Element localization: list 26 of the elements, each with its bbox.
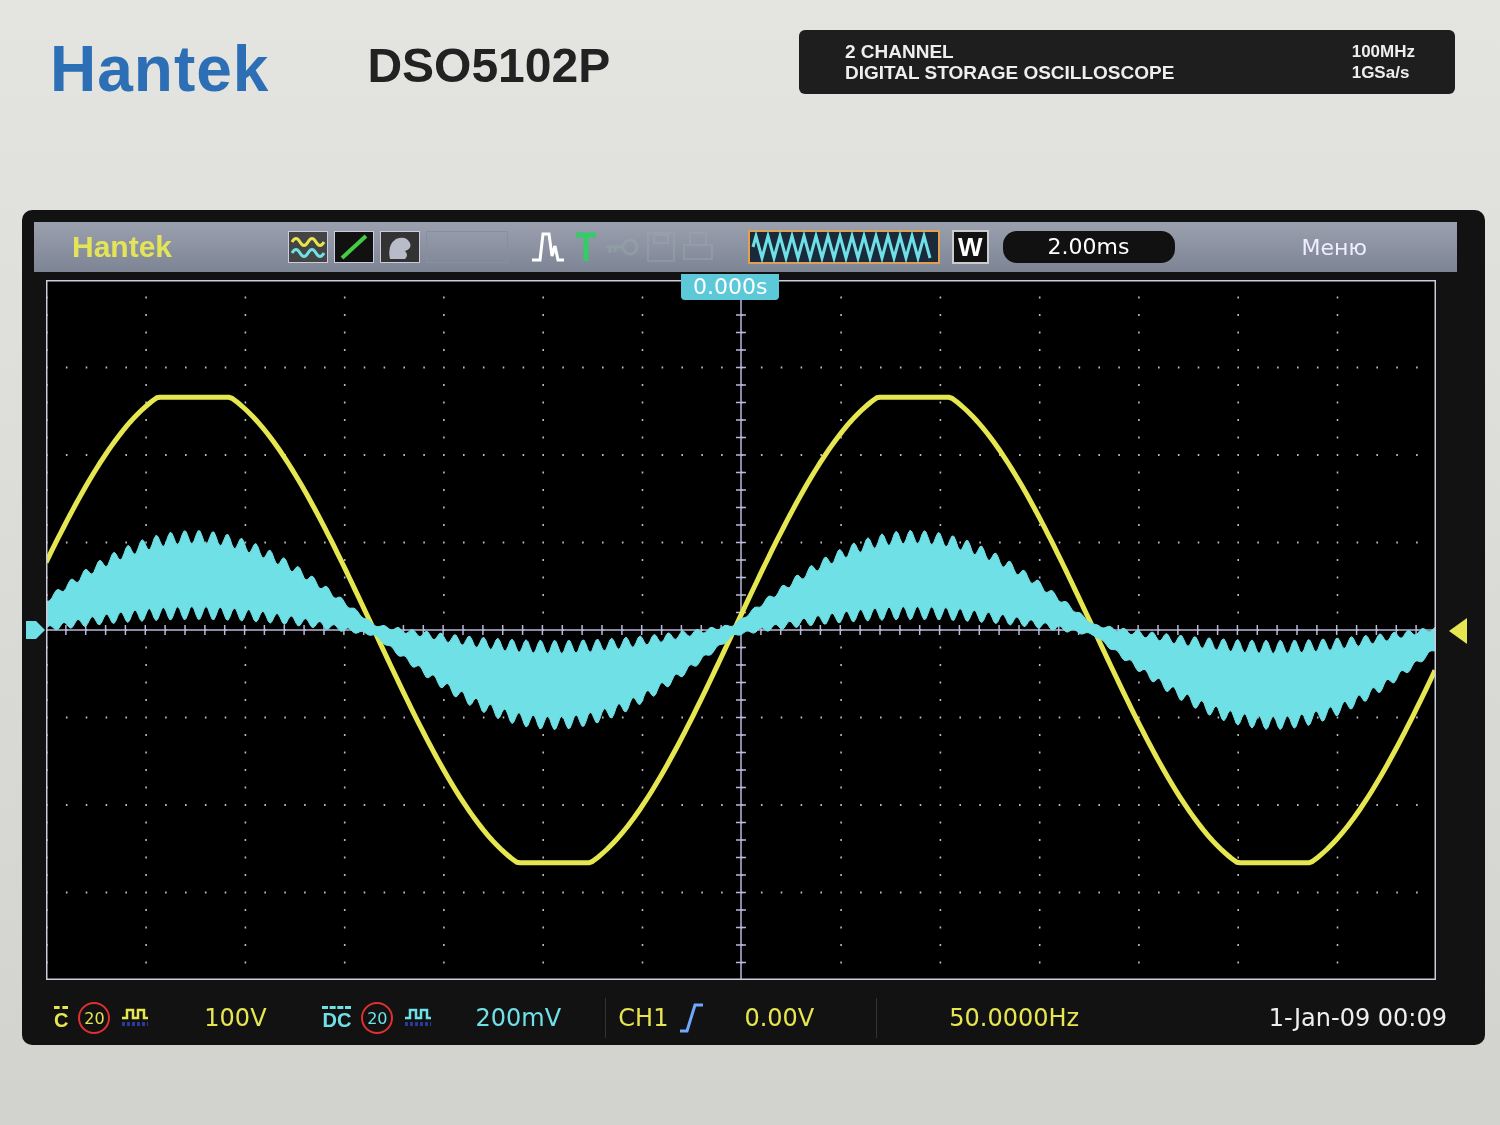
waves-icon[interactable]: [288, 231, 328, 263]
volts-per-div: 200mV: [474, 1004, 563, 1032]
brand-logo: Hantek: [50, 32, 270, 106]
rising-edge-icon: [678, 1003, 705, 1033]
trigger-level: 0.00V: [744, 1004, 815, 1032]
trigger-level-marker: [1449, 618, 1467, 644]
spec-text: 1GSa/s: [1351, 62, 1411, 83]
bandwidth-limit-badge: 20: [78, 1002, 111, 1034]
model-name: DSO5102P: [367, 38, 611, 93]
trigger-source: CH1: [618, 1004, 669, 1032]
memory-strip-icon: [748, 230, 940, 264]
screen-logo: Hantek: [72, 230, 174, 264]
timebase-mode: W: [952, 230, 989, 264]
bandwidth-limit-badge: 20: [361, 1002, 394, 1034]
timebase-readout: 2.00ms: [1002, 231, 1175, 263]
badge-text: DIGITAL STORAGE OSCILLOSCOPE: [845, 62, 1175, 83]
frequency-readout: 50.0000Hz: [949, 1004, 1080, 1032]
date-time: 1-Jan-09 00:09: [1268, 1004, 1447, 1032]
menu-button[interactable]: Меню: [1301, 234, 1367, 260]
badge-text: 2 CHANNEL: [845, 41, 955, 62]
coupling-label: DC: [322, 1006, 352, 1030]
channel-ground-marker: [24, 619, 46, 641]
spec-text: 100MHz: [1351, 41, 1415, 62]
coupling-label: C: [54, 1006, 69, 1030]
volts-per-div: 100V: [203, 1004, 268, 1032]
blob-icon[interactable]: [380, 231, 420, 263]
